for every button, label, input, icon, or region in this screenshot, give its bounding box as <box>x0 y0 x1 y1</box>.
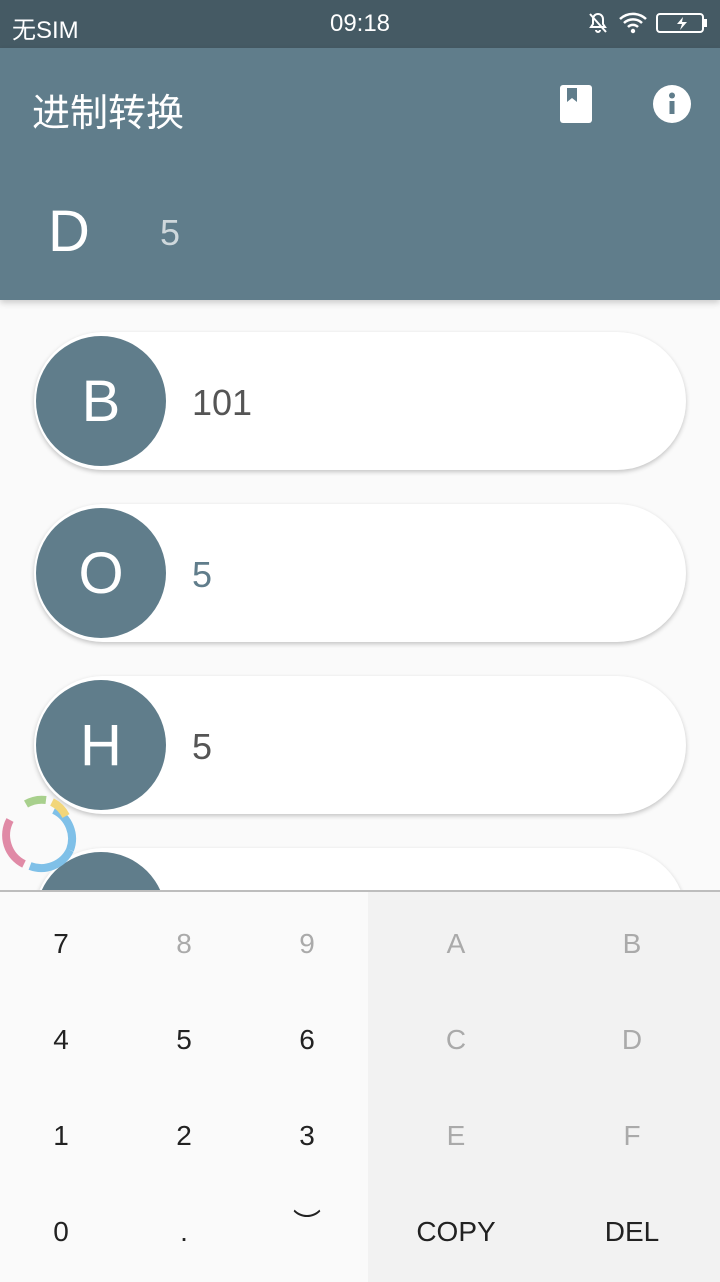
battery-charging-icon <box>656 13 707 33</box>
key-b[interactable]: B <box>544 896 720 992</box>
wifi-icon <box>619 12 647 34</box>
input-base-label: D <box>48 199 90 264</box>
about-button[interactable] <box>650 82 694 126</box>
result-card-hex[interactable]: H 5 <box>34 676 686 814</box>
app-title: 进制转换 <box>32 93 185 135</box>
key-1[interactable]: 1 <box>0 1088 122 1184</box>
key-dot[interactable]: . <box>123 1184 245 1280</box>
status-bar: 无SIM 09:18 <box>0 0 720 48</box>
app-bar: 进制转换 D 5 <box>0 48 720 300</box>
delete-button[interactable]: DEL <box>544 1184 720 1280</box>
key-e[interactable]: E <box>368 1088 544 1184</box>
key-c[interactable]: C <box>368 992 544 1088</box>
input-row[interactable]: D 5 <box>0 188 720 278</box>
result-card-binary[interactable]: B 101 <box>34 332 686 470</box>
key-a[interactable]: A <box>368 896 544 992</box>
keypad: 7 8 9 4 5 6 1 2 3 0 . ︶ A B C D E F COPY… <box>0 890 720 1282</box>
info-icon <box>653 85 691 123</box>
key-4[interactable]: 4 <box>0 992 122 1088</box>
result-value: 5 <box>192 726 213 767</box>
key-d[interactable]: D <box>544 992 720 1088</box>
key-f[interactable]: F <box>544 1088 720 1184</box>
result-value: 101 <box>192 382 253 423</box>
result-card-octal[interactable]: O 5 <box>34 504 686 642</box>
status-icons <box>586 11 708 35</box>
base-badge: B <box>36 336 166 466</box>
result-value: 5 <box>192 554 213 595</box>
floating-ball-icon[interactable] <box>0 788 84 876</box>
collapse-keypad-key[interactable]: ︶ <box>246 1174 368 1270</box>
key-5[interactable]: 5 <box>123 992 245 1088</box>
results-list[interactable]: B 101 O 5 H 5 <box>0 300 720 890</box>
input-value[interactable]: 5 <box>160 212 180 254</box>
key-8[interactable]: 8 <box>123 896 245 992</box>
key-7[interactable]: 7 <box>0 896 122 992</box>
key-0[interactable]: 0 <box>0 1184 122 1280</box>
bell-muted-icon <box>589 12 607 33</box>
result-card-partial[interactable] <box>34 848 686 890</box>
key-6[interactable]: 6 <box>246 992 368 1088</box>
hex-keys: A B C D E F COPY DEL <box>368 892 720 1282</box>
key-3[interactable]: 3 <box>246 1088 368 1184</box>
copy-button[interactable]: COPY <box>368 1184 544 1280</box>
digit-keys: 7 8 9 4 5 6 1 2 3 0 . ︶ <box>0 892 368 1282</box>
book-icon <box>560 85 592 123</box>
reference-button[interactable] <box>554 82 598 126</box>
base-badge: O <box>36 508 166 638</box>
key-9[interactable]: 9 <box>246 896 368 992</box>
key-2[interactable]: 2 <box>123 1088 245 1184</box>
